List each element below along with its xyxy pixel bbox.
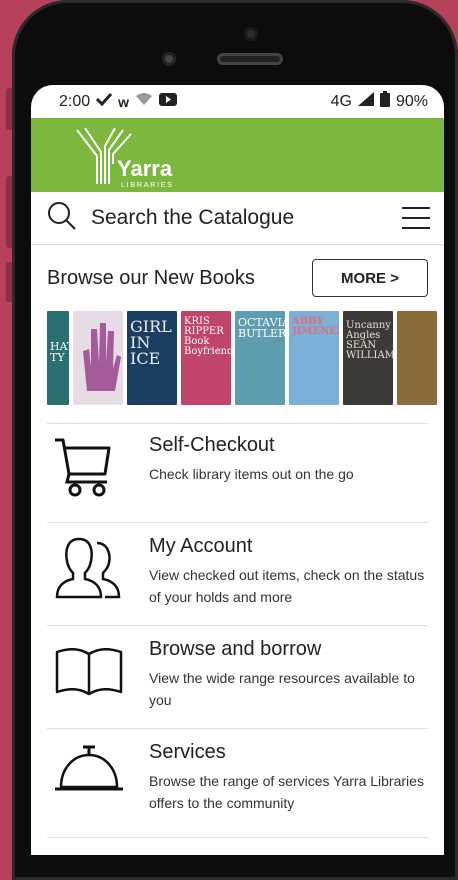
search-label[interactable]: Search the Catalogue [91, 206, 402, 230]
cart-icon [53, 434, 125, 522]
proximity-sensor [162, 52, 176, 66]
menu-item-desc: Browse the range of services Yarra Libra… [149, 773, 424, 811]
battery-icon [379, 91, 390, 112]
divider [47, 423, 428, 424]
status-right: 4G 90% [331, 91, 428, 112]
book-cover-text: ABBY JIMENEZ [292, 316, 339, 337]
front-camera [244, 27, 258, 41]
book-cover-3[interactable]: GIRL IN ICE [127, 311, 177, 405]
browse-title: Browse our New Books [47, 266, 255, 289]
hand-illustration [83, 323, 121, 391]
book-cover-text: OCTAVIA BUTLER [238, 316, 285, 340]
logo-sub: LIBRARIES [121, 180, 174, 189]
yarra-libraries-logo[interactable]: Yarra LIBRARIES [75, 124, 195, 195]
book-cover-text: KRIS RIPPER Book Boyfriend [184, 316, 231, 357]
status-left: 2:00 w [59, 92, 178, 111]
app-screen: 2:00 w 4G 90% Yarra LIBRARIES Search the… [31, 85, 444, 855]
youtube-icon [159, 92, 178, 111]
signal-icon [357, 92, 374, 111]
book-cover-text: GIRL IN ICE [130, 317, 172, 368]
users-icon [53, 535, 125, 625]
status-bar: 2:00 w 4G 90% [31, 85, 444, 118]
book-carousel[interactable]: HAT TY GIRL IN ICE KRIS RIPPER Book Boyf… [31, 311, 444, 405]
divider [47, 625, 428, 626]
search-bar[interactable]: Search the Catalogue [31, 192, 444, 245]
menu-item-my-account[interactable]: My Account View checked out items, check… [31, 535, 444, 625]
bell-icon [53, 741, 125, 831]
wifi-icon [135, 92, 153, 111]
divider [47, 728, 428, 729]
hamburger-menu-icon[interactable] [402, 207, 430, 229]
browse-section-header: Browse our New Books MORE > [31, 245, 444, 297]
menu-item-title: My Account [149, 535, 253, 557]
book-cover-7[interactable]: Uncanny Angles SEAN WILLIAMS [343, 311, 393, 405]
book-cover-5[interactable]: OCTAVIA BUTLER [235, 311, 285, 405]
divider [47, 522, 428, 523]
app-header: Yarra LIBRARIES [31, 118, 444, 192]
book-cover-4[interactable]: KRIS RIPPER Book Boyfriend [181, 311, 231, 405]
logo-name: Yarra [117, 156, 173, 181]
network-label: 4G [330, 92, 352, 110]
menu-item-services[interactable]: Services Browse the range of services Ya… [31, 741, 444, 831]
book-cover-text: HAT TY [50, 340, 69, 364]
book-cover-1[interactable]: HAT TY [47, 311, 69, 405]
earpiece-speaker [217, 53, 283, 65]
menu-item-title: Services [149, 741, 226, 763]
w-icon: w [118, 93, 130, 110]
menu-item-browse-borrow[interactable]: Browse and borrow View the wide range re… [31, 638, 444, 728]
menu-item-title: Self-Checkout [149, 434, 275, 456]
book-cover-6[interactable]: ABBY JIMENEZ [289, 311, 339, 405]
check-icon [96, 92, 113, 111]
book-icon [53, 638, 125, 728]
more-button[interactable]: MORE > [312, 259, 428, 297]
menu-item-self-checkout[interactable]: Self-Checkout Check library items out on… [31, 434, 444, 522]
book-cover-text: Uncanny Angles SEAN WILLIAMS [346, 320, 393, 361]
menu-item-title: Browse and borrow [149, 638, 322, 660]
divider [47, 837, 428, 838]
menu-item-desc: View checked out items, check on the sta… [149, 567, 425, 605]
battery-level: 90% [395, 92, 428, 110]
search-icon[interactable] [47, 201, 77, 236]
status-time: 2:00 [59, 92, 91, 110]
menu-item-desc: View the wide range resources available … [149, 670, 415, 708]
menu-item-desc: Check library items out on the go [149, 466, 354, 482]
book-cover-8[interactable] [397, 311, 437, 405]
book-cover-2[interactable] [73, 311, 123, 405]
